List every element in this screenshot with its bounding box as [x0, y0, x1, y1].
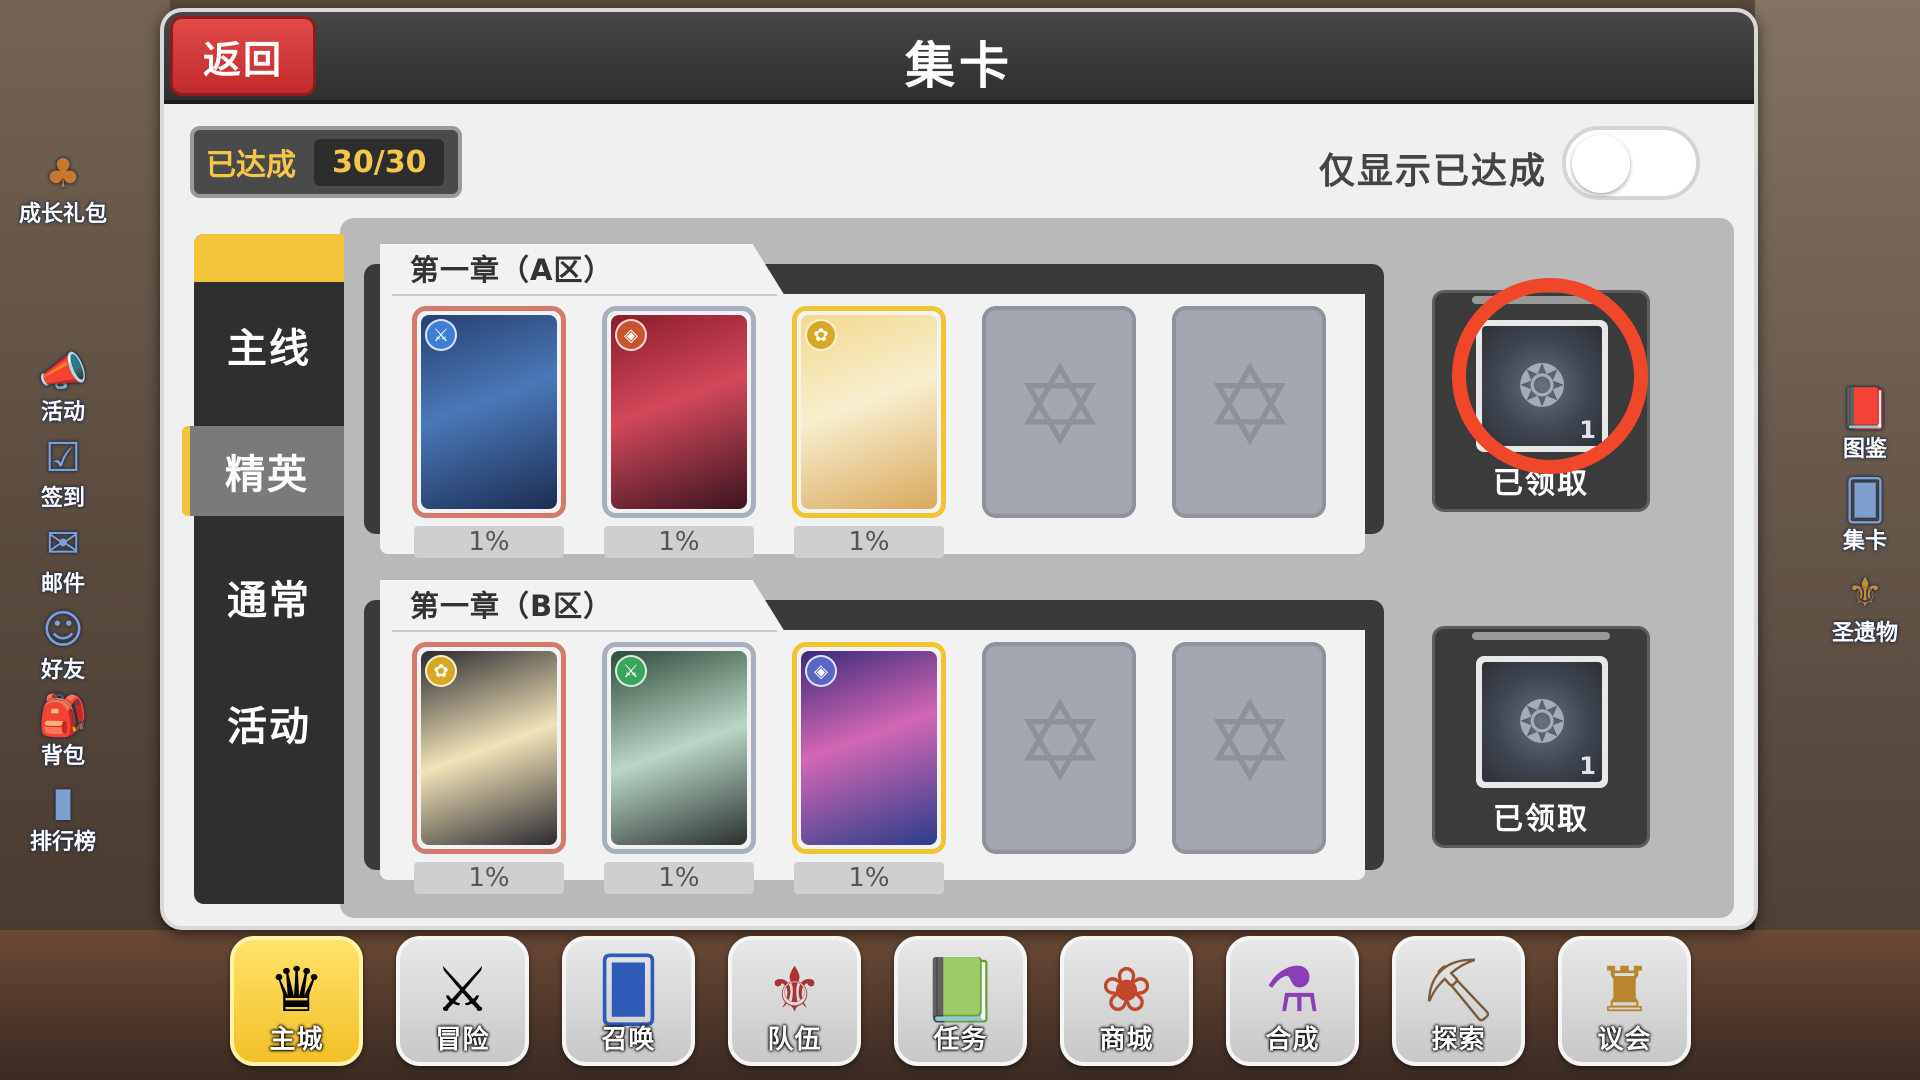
nav-adventure[interactable]: ⚔ 冒险 [396, 936, 529, 1066]
mail-icon: ✉ [46, 521, 80, 567]
chapter-section-b: 第一章（B区） ✿ 1% ⚔ 1% ◈ 1% ✡ ✡ [364, 580, 1384, 894]
collection-card[interactable]: ✿ [412, 642, 566, 854]
dialog-titlebar: 返回 集卡 [164, 12, 1754, 104]
cards-icon: 🂠 [1844, 478, 1886, 524]
reward-emblem-icon: ❂ 1 [1482, 662, 1602, 782]
nav-shop[interactable]: ❀ 商城 [1060, 936, 1193, 1066]
achieved-label: 已达成 [206, 148, 296, 183]
nav-summon[interactable]: 🂠 召唤 [562, 936, 695, 1066]
chapter-divider [392, 294, 777, 296]
collection-card[interactable]: ◈ [792, 642, 946, 854]
collection-card[interactable]: ⚔ [412, 306, 566, 518]
potion-icon: ⚗ [1264, 953, 1321, 1026]
wings-emblem-icon: ⚜ [766, 953, 823, 1026]
right-side-menu: 📕 图鉴 🂠 集卡 ⚜ 圣遗物 [1810, 385, 1920, 655]
show-achieved-only-toggle[interactable] [1562, 126, 1700, 200]
empty-card-slot: ✡ [982, 642, 1136, 854]
reward-status: 已领取 [1493, 802, 1589, 837]
tab-main-story[interactable]: 主线 [194, 300, 344, 390]
nav-synthesis[interactable]: ⚗ 合成 [1226, 936, 1359, 1066]
nav-council[interactable]: ♜ 议会 [1558, 936, 1691, 1066]
hexagram-icon: ✡ [1013, 678, 1107, 806]
backpack-icon: 🎒 [38, 693, 88, 739]
card-drop-rate: 1% [414, 862, 564, 894]
reward-count: 1 [1579, 752, 1596, 780]
card-class-icon: ⚔ [425, 319, 457, 351]
card-drop-rate: 1% [794, 862, 944, 894]
bottom-navigation: ♛ 主城 ⚔ 冒险 🂠 召唤 ⚜ 队伍 📗 任务 ❀ 商城 ⚗ 合成 ⛏ 探索 … [230, 936, 1700, 1066]
chapter-title: 第一章（A区） [380, 244, 785, 296]
shop-tree-icon: ❀ [1100, 953, 1153, 1026]
empty-card-slot: ✡ [982, 306, 1136, 518]
relic-icon: ⚜ [1847, 570, 1883, 616]
tab-event[interactable]: 活动 [194, 678, 344, 768]
swords-icon: ⚔ [434, 953, 491, 1026]
side-item-relic[interactable]: ⚜ 圣遗物 [1810, 569, 1920, 647]
card-class-icon: ⚔ [615, 655, 647, 687]
council-crest-icon: ♜ [1596, 953, 1653, 1026]
reward-item: ❂ 1 [1476, 656, 1608, 788]
checkin-icon: ☑ [45, 435, 81, 481]
left-side-menu: ♣ 成长礼包 📣 活动 ☑ 签到 ✉ 邮件 ☺ 好友 🎒 背包 ▮ 排行榜 [8, 150, 118, 864]
collection-card[interactable]: ◈ [602, 306, 756, 518]
side-item-mail[interactable]: ✉ 邮件 [8, 520, 118, 598]
achieved-counter: 已达成 30/30 [190, 126, 462, 198]
crown-icon: ♛ [268, 953, 325, 1026]
tab-elite[interactable]: 精英 [182, 426, 344, 516]
growth-gift-button[interactable]: ♣ 成长礼包 [8, 150, 118, 228]
card-class-icon: ✿ [425, 655, 457, 687]
highlight-ring [1452, 278, 1648, 474]
show-achieved-only-label: 仅显示已达成 [1319, 151, 1548, 192]
achieved-value: 30/30 [314, 138, 445, 186]
card-drop-rate: 1% [414, 526, 564, 558]
ranking-icon: ▮ [51, 779, 74, 825]
friends-icon: ☺ [42, 607, 84, 653]
side-item-codex[interactable]: 📕 图鉴 [1810, 385, 1920, 463]
summon-card-icon: 🂠 [596, 953, 661, 1026]
card-class-icon: ◈ [805, 655, 837, 687]
chapter-section-a: 第一章（A区） ⚔ 1% ◈ 1% ✿ 1% ✡ ✡ [364, 244, 1384, 558]
nav-explore[interactable]: ⛏ 探索 [1392, 936, 1525, 1066]
nav-team[interactable]: ⚜ 队伍 [728, 936, 861, 1066]
card-class-icon: ✿ [805, 319, 837, 351]
card-drop-rate: 1% [604, 862, 754, 894]
side-item-backpack[interactable]: 🎒 背包 [8, 692, 118, 770]
empty-card-slot: ✡ [1172, 306, 1326, 518]
hexagram-icon: ✡ [1203, 342, 1297, 470]
tab-normal[interactable]: 通常 [194, 552, 344, 642]
book-icon: 📕 [1840, 386, 1890, 432]
side-item-activity[interactable]: 📣 活动 [8, 348, 118, 426]
nav-quests[interactable]: 📗 任务 [894, 936, 1027, 1066]
reward-frame-bar [1472, 632, 1610, 640]
dialog-title: 集卡 [905, 37, 1013, 95]
card-class-icon: ◈ [615, 319, 647, 351]
chapter-divider [392, 630, 777, 632]
card-drop-rate: 1% [794, 526, 944, 558]
mushroom-gift-icon: ♣ [45, 151, 81, 197]
side-item-checkin[interactable]: ☑ 签到 [8, 434, 118, 512]
collection-card[interactable]: ✿ [792, 306, 946, 518]
empty-card-slot: ✡ [1172, 642, 1326, 854]
card-drop-rate: 1% [604, 526, 754, 558]
toggle-knob [1572, 135, 1630, 193]
hexagram-icon: ✡ [1013, 342, 1107, 470]
quest-book-icon: 📗 [921, 953, 1000, 1026]
shovel-icon: ⛏ [1419, 953, 1498, 1026]
side-item-card-collection[interactable]: 🂠 集卡 [1810, 477, 1920, 555]
side-item-friends[interactable]: ☺ 好友 [8, 606, 118, 684]
chapter-title: 第一章（B区） [380, 580, 785, 632]
side-item-ranking[interactable]: ▮ 排行榜 [8, 778, 118, 856]
chapter-b-reward[interactable]: ❂ 1 已领取 [1432, 626, 1650, 848]
megaphone-icon: 📣 [38, 349, 88, 395]
tab-column-accent [194, 234, 344, 282]
collection-card[interactable]: ⚔ [602, 642, 756, 854]
nav-main-city[interactable]: ♛ 主城 [230, 936, 363, 1066]
hexagram-icon: ✡ [1203, 678, 1297, 806]
